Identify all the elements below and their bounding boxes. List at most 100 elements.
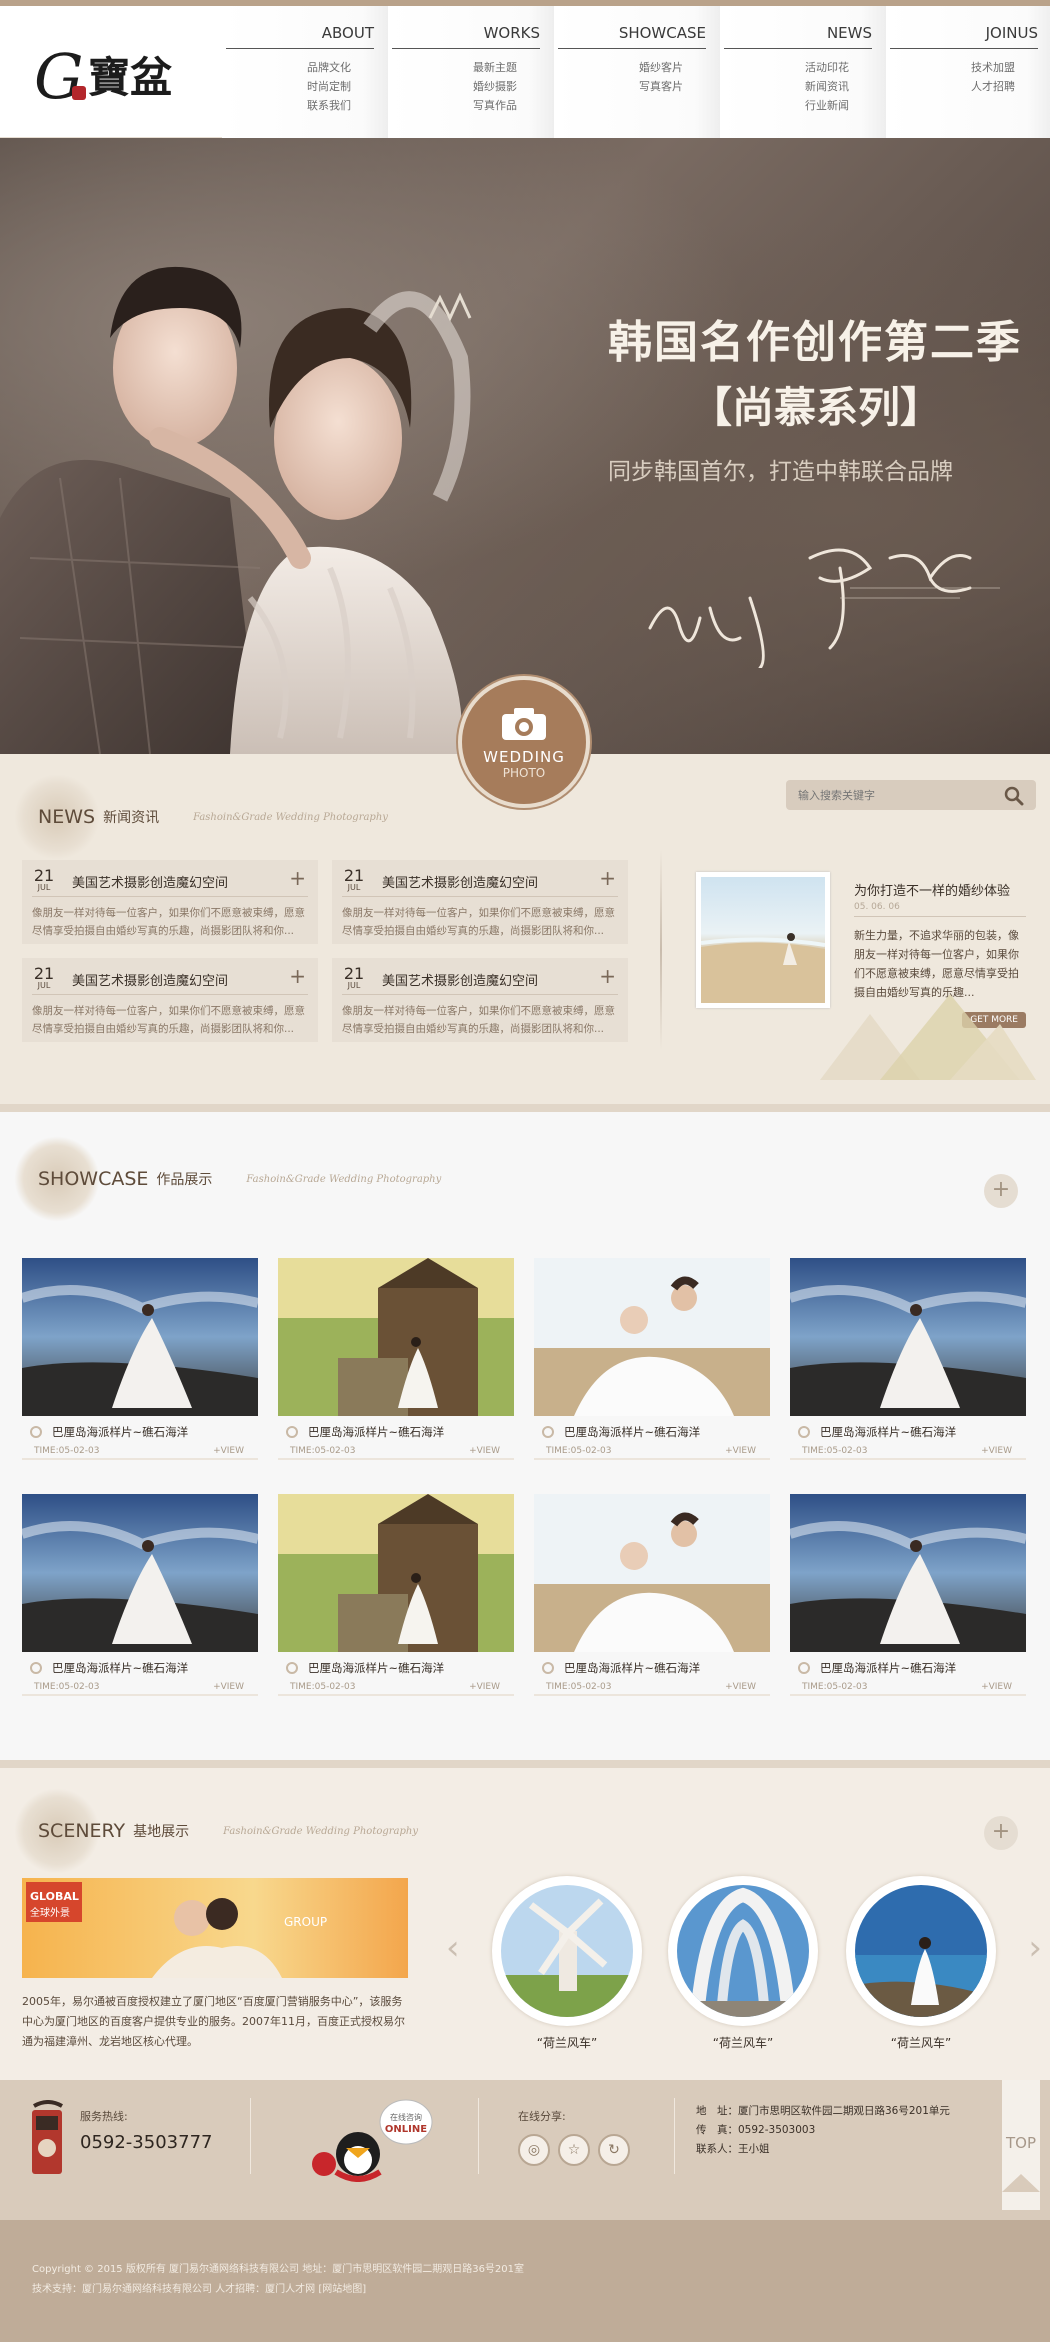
expand-plus-icon[interactable]: + [599,964,616,988]
carousel-prev-arrow[interactable]: ‹ [446,1928,460,1968]
news-card[interactable]: 21 JUL 美国艺术摄影创造魔幻空间 + 像朋友一样对待每一位客户，如果你们不… [332,860,628,944]
scenery-circle-item[interactable]: “荷兰风车” [846,1876,996,2051]
showcase-title[interactable]: 巴厘岛海派样片~礁石海洋 [564,1424,700,1440]
nav-submenu-item[interactable]: 婚纱摄影 [450,77,540,96]
bullet-circle-icon [542,1426,554,1438]
triangles-decoration [820,994,1036,1080]
showcase-title[interactable]: 巴厘岛海派样片~礁石海洋 [308,1660,444,1676]
showcase-card[interactable]: 巴厘岛海派样片~礁石海洋 TIME:05-02-03 +VIEW [788,1258,1028,1460]
scenery-photo[interactable] [501,1885,633,2017]
showcase-section-header: SHOWCASE 作品展示 Fashoin&Grade Wedding Phot… [14,1136,441,1222]
scenery-more-button[interactable]: + [984,1816,1018,1850]
nav-submenu-item[interactable]: 活动印花 [782,58,872,77]
showcase-meta: TIME:05-02-03 +VIEW [790,1680,1026,1696]
expand-plus-icon[interactable]: + [599,866,616,890]
divider [250,2098,251,2174]
online-consult-button[interactable]: 在线咨询 ONLINE [306,2092,436,2182]
scenery-photo[interactable] [677,1885,809,2018]
view-link[interactable]: +VIEW [981,1446,1012,1456]
search-icon[interactable] [1004,786,1024,806]
link-share-icon[interactable]: ↻ [598,2134,630,2166]
nav-submenu-item[interactable]: 技术加盟 [948,58,1038,77]
nav-submenu-item[interactable]: 婚纱客片 [616,58,706,77]
showcase-image[interactable] [278,1494,514,1652]
hotline-number[interactable]: 0592-3503777 [80,2132,212,2153]
scenery-photo[interactable] [855,1885,987,2017]
news-card[interactable]: 21 JUL 美国艺术摄影创造魔幻空间 + 像朋友一样对待每一位客户，如果你们不… [22,958,318,1042]
showcase-title[interactable]: 巴厘岛海派样片~礁石海洋 [52,1660,188,1676]
showcase-title[interactable]: 巴厘岛海派样片~礁石海洋 [308,1424,444,1440]
global-banner-image[interactable]: GLOBAL 全球外景 GROUP [22,1878,408,1978]
view-link[interactable]: +VIEW [213,1446,244,1456]
news-excerpt: 像朋友一样对待每一位客户，如果你们不愿意被束缚，愿意尽情享受拍摄自由婚纱写真的乐… [32,907,305,937]
showcase-image[interactable] [534,1258,770,1416]
scenery-circle-item[interactable]: “荷兰风车” [492,1876,642,2051]
showcase-title[interactable]: 巴厘岛海派样片~礁石海洋 [820,1424,956,1440]
svg-text:GROUP: GROUP [284,1915,327,1929]
showcase-image[interactable] [20,1494,260,1652]
couple-photo [0,266,472,754]
nav-item-works[interactable]: WORKS [484,24,540,42]
nav-item-news[interactable]: NEWS [827,24,872,42]
showcase-image[interactable] [20,1258,260,1416]
view-link[interactable]: +VIEW [981,1682,1012,1692]
nav-item-joinus[interactable]: JOINUS [986,24,1038,42]
wedding-photo-badge[interactable]: WEDDING PHOTO [458,676,590,808]
nav-submenu-item[interactable]: 品牌文化 [284,58,374,77]
showcase-caption: 巴厘岛海派样片~礁石海洋 [534,1656,770,1680]
showcase-title[interactable]: 巴厘岛海派样片~礁石海洋 [564,1660,700,1676]
weibo-share-icon[interactable]: ◎ [518,2134,550,2166]
showcase-image[interactable] [278,1258,514,1416]
favorite-share-icon[interactable]: ☆ [558,2134,590,2166]
carousel-next-arrow[interactable]: › [1028,1928,1042,1968]
featured-title[interactable]: 为你打造不一样的婚纱体验 [854,880,1010,899]
expand-plus-icon[interactable]: + [289,964,306,988]
showcase-card[interactable]: 巴厘岛海派样片~礁石海洋 TIME:05-02-03 +VIEW [20,1258,260,1460]
search-input[interactable] [786,780,986,810]
back-to-top-button[interactable]: TOP [1002,2080,1040,2210]
news-title[interactable]: 美国艺术摄影创造魔幻空间 [382,970,538,989]
nav-submenu-item[interactable]: 时尚定制 [284,77,374,96]
showcase-more-button[interactable]: + [984,1174,1018,1208]
showcase-title-cn: 作品展示 [156,1172,213,1188]
news-date: 21 JUL [32,964,56,990]
news-title[interactable]: 美国艺术摄影创造魔幻空间 [72,970,228,989]
nav-submenu: 最新主题 婚纱摄影 写真作品 [450,58,540,115]
nav-submenu-item[interactable]: 新闻资讯 [782,77,872,96]
showcase-image[interactable] [534,1494,770,1652]
expand-plus-icon[interactable]: + [289,866,306,890]
showcase-card[interactable]: 巴厘岛海派样片~礁石海洋 TIME:05-02-03 +VIEW [278,1494,514,1696]
news-title[interactable]: 美国艺术摄影创造魔幻空间 [382,872,538,891]
site-footer: 服务热线: 0592-3503777 在线咨询 ONLINE 在线分享: ◎ ☆… [0,2080,1050,2220]
support-text[interactable]: 技术支持：厦门易尔通网络科技有限公司 人才招聘：厦门人才网 [网站地图] [32,2280,1050,2300]
showcase-title[interactable]: 巴厘岛海派样片~礁石海洋 [52,1424,188,1440]
news-card[interactable]: 21 JUL 美国艺术摄影创造魔幻空间 + 像朋友一样对待每一位客户，如果你们不… [22,860,318,944]
news-card[interactable]: 21 JUL 美国艺术摄影创造魔幻空间 + 像朋友一样对待每一位客户，如果你们不… [332,958,628,1042]
view-link[interactable]: +VIEW [469,1682,500,1692]
showcase-title[interactable]: 巴厘岛海派样片~礁石海洋 [820,1660,956,1676]
showcase-card[interactable]: 巴厘岛海派样片~礁石海洋 TIME:05-02-03 +VIEW [534,1494,770,1696]
nav-submenu-item[interactable]: 写真客片 [616,77,706,96]
nav-submenu-item[interactable]: 行业新闻 [782,96,872,115]
nav-submenu-item[interactable]: 人才招聘 [948,77,1038,96]
showcase-card[interactable]: 巴厘岛海派样片~礁石海洋 TIME:05-02-03 +VIEW [788,1494,1028,1696]
showcase-card[interactable]: 巴厘岛海派样片~礁石海洋 TIME:05-02-03 +VIEW [534,1258,770,1460]
view-link[interactable]: +VIEW [725,1446,756,1456]
view-link[interactable]: +VIEW [213,1682,244,1692]
nav-submenu-item[interactable]: 联系我们 [284,96,374,115]
scenery-circle-item[interactable]: “荷兰风车” [668,1876,818,2051]
nav-item-showcase[interactable]: SHOWCASE [619,24,706,42]
nav-item-about[interactable]: ABOUT [322,24,374,42]
showcase-card[interactable]: 巴厘岛海派样片~礁石海洋 TIME:05-02-03 +VIEW [20,1494,260,1696]
showcase-image[interactable] [788,1258,1028,1416]
news-title[interactable]: 美国艺术摄影创造魔幻空间 [72,872,228,891]
view-link[interactable]: +VIEW [469,1446,500,1456]
view-link[interactable]: +VIEW [725,1682,756,1692]
showcase-card[interactable]: 巴厘岛海派样片~礁石海洋 TIME:05-02-03 +VIEW [278,1258,514,1460]
nav-submenu-item[interactable]: 最新主题 [450,58,540,77]
brand-logo[interactable]: G 寶盆 [34,36,194,116]
showcase-image[interactable] [788,1494,1028,1652]
showcase-caption: 巴厘岛海派样片~礁石海洋 [22,1420,258,1444]
nav-submenu-item[interactable]: 写真作品 [450,96,540,115]
showcase-meta: TIME:05-02-03 +VIEW [22,1444,258,1460]
